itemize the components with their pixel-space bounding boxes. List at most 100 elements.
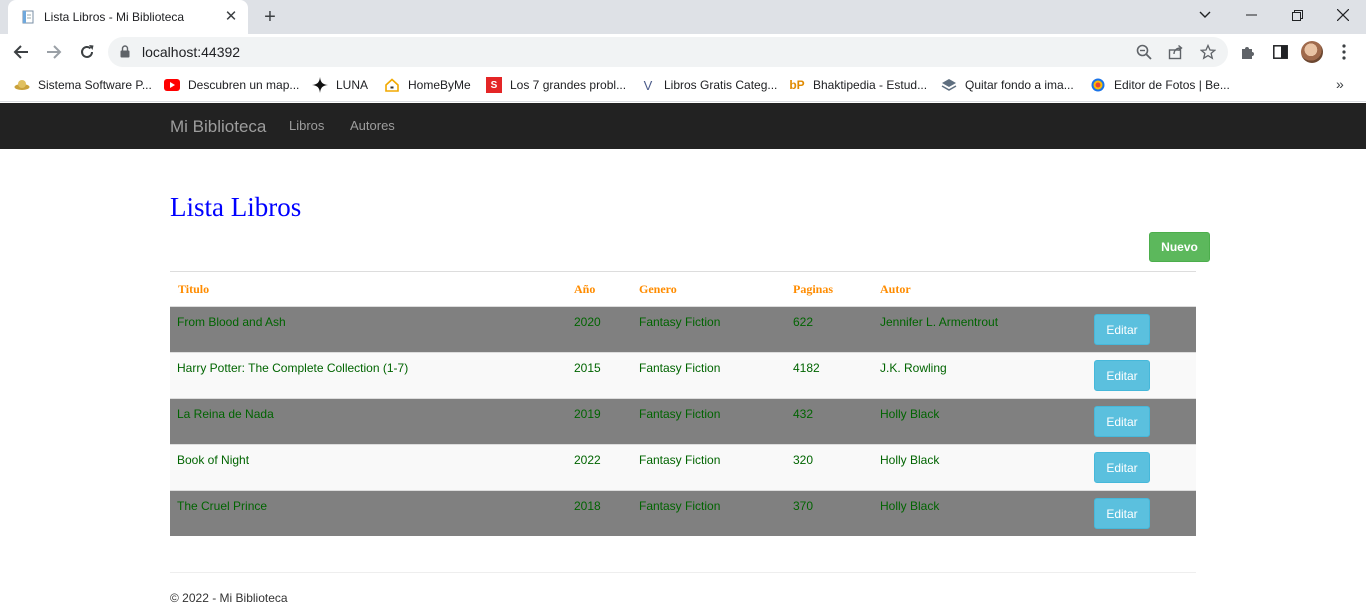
column-header-genero: Genero <box>639 282 677 296</box>
layers-icon <box>941 77 957 93</box>
table-row: Harry Potter: The Complete Collection (1… <box>170 352 1196 398</box>
cell-genero: Fantasy Fiction <box>639 315 721 329</box>
restore-icon[interactable] <box>1274 0 1320 30</box>
tab-close-icon[interactable]: ✕ <box>222 8 240 26</box>
cell-genero: Fantasy Fiction <box>639 499 721 513</box>
bookmark-label: Descubren un map... <box>188 78 300 92</box>
bookmark-item[interactable]: bP Bhaktipedia - Estud... <box>789 76 927 94</box>
sparkle-icon <box>312 77 328 93</box>
bookmarks-bar: Sistema Software P... Descubren un map..… <box>0 70 1366 102</box>
tab-title: Lista Libros - Mi Biblioteca <box>44 10 185 24</box>
cell-paginas: 4182 <box>793 361 820 375</box>
cell-anio: 2018 <box>574 499 601 513</box>
bhaktipedia-icon: bP <box>789 78 805 92</box>
cell-titulo: La Reina de Nada <box>177 407 274 421</box>
reload-icon[interactable] <box>75 40 99 64</box>
cell-anio: 2015 <box>574 361 601 375</box>
cell-autor: Holly Black <box>880 407 940 421</box>
nav-link-autores[interactable]: Autores <box>350 118 395 133</box>
cell-autor: J.K. Rowling <box>880 361 947 375</box>
column-header-paginas: Paginas <box>793 282 834 296</box>
edit-button[interactable]: Editar <box>1094 498 1150 529</box>
bookmark-star-icon[interactable] <box>1200 44 1216 60</box>
zoom-icon[interactable] <box>1136 44 1152 60</box>
new-tab-plus-icon[interactable]: + <box>258 6 282 28</box>
table-header-row: Titulo Año Genero Paginas Autor <box>170 271 1196 306</box>
cell-genero: Fantasy Fiction <box>639 453 721 467</box>
side-panel-icon[interactable] <box>1270 42 1290 62</box>
home-icon <box>384 77 400 93</box>
bookmark-label: Los 7 grandes probl... <box>510 78 627 92</box>
cell-paginas: 370 <box>793 499 814 513</box>
page-icon <box>22 10 34 24</box>
v-icon: V <box>643 77 653 93</box>
bookmark-label: Bhaktipedia - Estud... <box>813 78 928 92</box>
bookmark-item[interactable]: V Libros Gratis Categ... <box>640 76 778 94</box>
browser-toolbar: localhost:44392 <box>0 34 1366 70</box>
site-navbar: Mi Biblioteca Libros Autores <box>0 103 1366 149</box>
new-book-button[interactable]: Nuevo <box>1149 232 1210 262</box>
bookmark-label: Sistema Software P... <box>38 78 152 92</box>
bookmark-item[interactable]: HomeByMe <box>384 76 471 94</box>
table-row: From Blood and Ash 2020 Fantasy Fiction … <box>170 306 1196 352</box>
lock-icon <box>120 45 130 58</box>
kebab-menu-icon[interactable] <box>1334 42 1354 62</box>
scribd-icon: S <box>486 77 502 93</box>
bookmark-item[interactable]: Quitar fondo a ima... <box>941 76 1074 94</box>
cell-autor: Jennifer L. Armentrout <box>880 315 999 329</box>
close-window-icon[interactable] <box>1320 0 1366 30</box>
bookmark-label: HomeByMe <box>408 78 471 92</box>
back-arrow-icon[interactable] <box>9 40 33 64</box>
bookmark-label: Libros Gratis Categ... <box>664 78 778 92</box>
address-bar[interactable]: localhost:44392 <box>108 37 1228 67</box>
cell-autor: Holly Black <box>880 499 940 513</box>
nav-link-libros[interactable]: Libros <box>289 118 324 133</box>
extensions-puzzle-icon[interactable] <box>1238 42 1258 62</box>
bookmarks-overflow-chevron-icon[interactable]: » <box>1336 76 1344 92</box>
cell-titulo: The Cruel Prince <box>177 499 268 513</box>
tab-search-chevron-icon[interactable] <box>1182 0 1228 30</box>
footer-divider <box>170 572 1196 573</box>
edit-button[interactable]: Editar <box>1094 360 1150 391</box>
cell-titulo: Book of Night <box>177 453 250 467</box>
cell-paginas: 622 <box>793 315 814 329</box>
sombrero-icon <box>14 77 30 93</box>
share-icon[interactable] <box>1168 44 1184 60</box>
table-row: La Reina de Nada 2019 Fantasy Fiction 43… <box>170 398 1196 444</box>
bookmark-label: LUNA <box>336 78 369 92</box>
table-row: Book of Night 2022 Fantasy Fiction 320 H… <box>170 444 1196 490</box>
edit-button[interactable]: Editar <box>1094 314 1150 345</box>
cell-anio: 2020 <box>574 315 601 329</box>
url-text: localhost:44392 <box>142 44 241 60</box>
column-header-autor: Autor <box>880 282 911 296</box>
cell-genero: Fantasy Fiction <box>639 361 721 375</box>
youtube-icon <box>164 77 180 93</box>
column-header-anio: Año <box>574 282 596 296</box>
edit-button[interactable]: Editar <box>1094 452 1150 483</box>
table-row: The Cruel Prince 2018 Fantasy Fiction 37… <box>170 490 1196 536</box>
bookmark-item[interactable]: LUNA <box>312 76 368 94</box>
browser-tab-strip: Lista Libros - Mi Biblioteca ✕ + <box>0 0 1366 34</box>
bookmark-item[interactable]: Sistema Software P... <box>14 76 152 94</box>
cell-anio: 2022 <box>574 453 601 467</box>
cell-titulo: Harry Potter: The Complete Collection (1… <box>177 361 409 375</box>
bookmark-label: Quitar fondo a ima... <box>965 78 1074 92</box>
forward-arrow-icon[interactable] <box>42 40 66 64</box>
footer-copyright: © 2022 - Mi Biblioteca <box>170 591 288 605</box>
minimize-icon[interactable] <box>1228 0 1274 30</box>
site-brand-link[interactable]: Mi Biblioteca <box>170 117 266 137</box>
bookmark-item[interactable]: S Los 7 grandes probl... <box>486 76 626 94</box>
profile-avatar[interactable] <box>1301 41 1323 63</box>
browser-tab[interactable]: Lista Libros - Mi Biblioteca ✕ <box>8 0 248 34</box>
bookmark-item[interactable]: Editor de Fotos | Be... <box>1090 76 1230 94</box>
befunky-icon <box>1090 77 1106 93</box>
edit-button[interactable]: Editar <box>1094 406 1150 437</box>
cell-anio: 2019 <box>574 407 601 421</box>
cell-titulo: From Blood and Ash <box>177 315 286 329</box>
cell-genero: Fantasy Fiction <box>639 407 721 421</box>
cell-paginas: 320 <box>793 453 814 467</box>
page-title: Lista Libros <box>170 192 302 222</box>
bookmark-item[interactable]: Descubren un map... <box>164 76 299 94</box>
cell-autor: Holly Black <box>880 453 940 467</box>
column-header-titulo: Titulo <box>178 282 210 296</box>
